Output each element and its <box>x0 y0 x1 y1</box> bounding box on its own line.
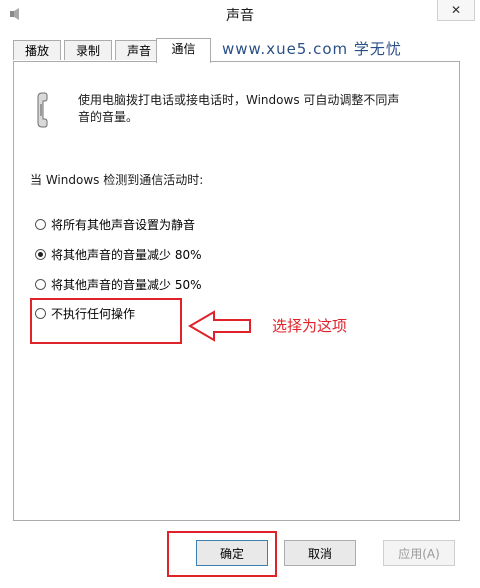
option-mute-all[interactable]: 将所有其他声音设置为静音 <box>35 216 195 232</box>
option-label: 将其他声音的音量减少 80% <box>51 247 202 262</box>
option-reduce-80[interactable]: 将其他声音的音量减少 80% <box>35 246 202 262</box>
tab-playback[interactable]: 播放 <box>13 40 61 60</box>
title-bar: 声音 ✕ <box>0 0 480 30</box>
watermark-text: www.xue5.com 学无忧 <box>222 40 402 58</box>
cancel-button[interactable]: 取消 <box>284 540 356 566</box>
apply-button[interactable]: 应用(A) <box>383 540 455 566</box>
radio-reduce-80[interactable] <box>35 248 46 260</box>
radio-mute-all[interactable] <box>35 218 46 230</box>
tab-communications[interactable]: 通信 <box>156 38 211 63</box>
annotation-highlight-option <box>30 298 182 344</box>
radio-reduce-50[interactable] <box>35 278 46 290</box>
phone-handset-icon <box>37 92 48 128</box>
communications-description: 使用电脑拨打电话或接电话时，Windows 可自动调整不同声音的音量。 <box>78 93 400 124</box>
option-label: 将所有其他声音设置为静音 <box>51 217 196 232</box>
tab-recording[interactable]: 录制 <box>64 40 112 60</box>
ok-button[interactable]: 确定 <box>196 540 268 566</box>
option-reduce-50[interactable]: 将其他声音的音量减少 50% <box>35 276 202 292</box>
option-label: 将其他声音的音量减少 50% <box>51 277 202 292</box>
annotation-text: 选择为这项 <box>272 317 348 335</box>
close-button[interactable]: ✕ <box>437 0 475 21</box>
window-title: 声音 <box>226 8 254 24</box>
sound-dialog: 声音 ✕ 播放 录制 声音 通信 www.xue5.com 学无忧 使用电脑拨打… <box>0 0 480 588</box>
communication-activity-label: 当 Windows 检测到通信活动时: <box>30 173 204 187</box>
close-icon: ✕ <box>450 3 462 17</box>
annotation-arrow-icon <box>188 310 251 342</box>
